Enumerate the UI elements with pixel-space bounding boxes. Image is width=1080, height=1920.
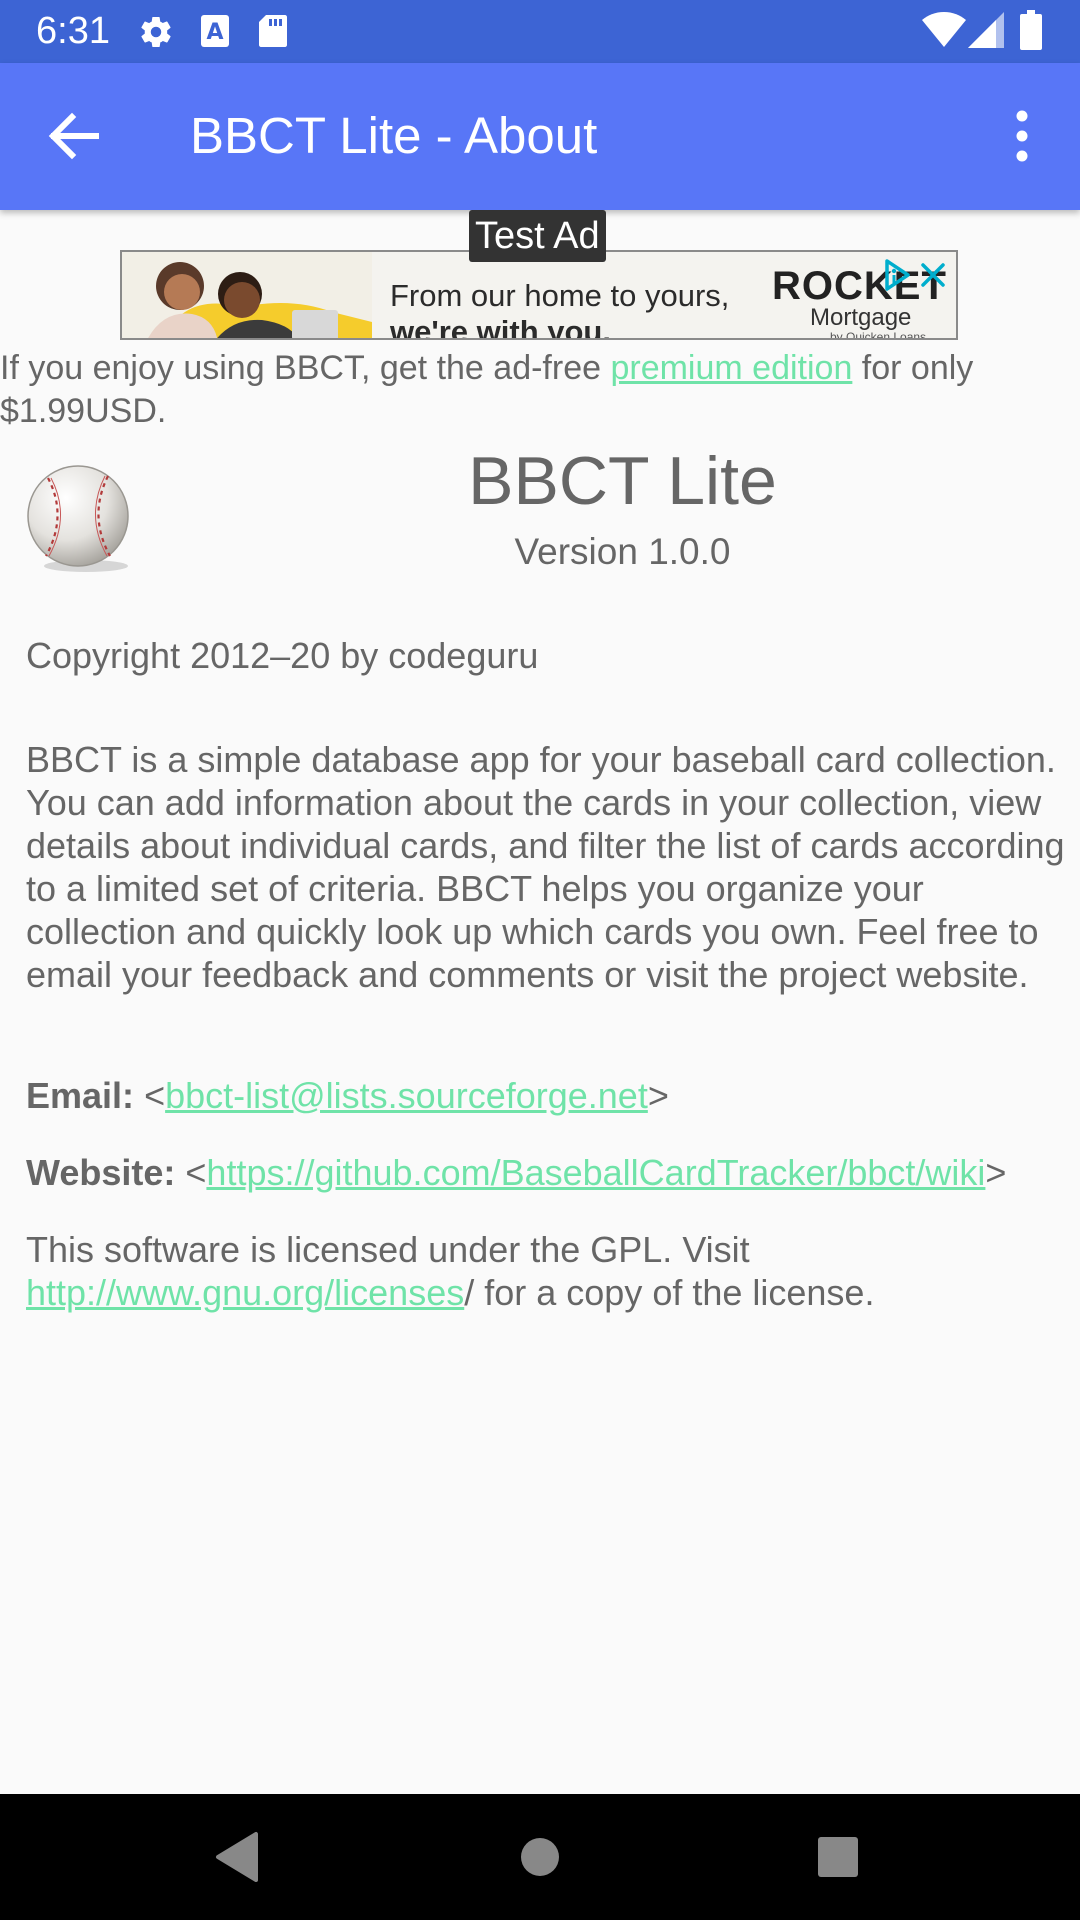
home-circle-icon[interactable]: [507, 1824, 573, 1890]
ad-family-photo: [122, 252, 372, 338]
app-version: Version 1.0.0: [514, 531, 731, 572]
status-time: 6:31: [36, 10, 110, 52]
license-text: This software is licensed under the GPL.…: [26, 1228, 1066, 1314]
wifi-icon: [922, 12, 966, 47]
website-label: Website:: [26, 1152, 176, 1193]
ad-label: Test Ad: [469, 210, 606, 262]
license-text-before: This software is licensed under the GPL.…: [26, 1229, 750, 1270]
status-bar: 6:31 A: [0, 0, 1080, 63]
website-open-bracket: <: [185, 1152, 207, 1193]
recents-square-icon[interactable]: [805, 1824, 871, 1890]
email-label: Email:: [26, 1075, 135, 1116]
sd-card-icon: [259, 15, 287, 47]
website-row: Website: <https://github.com/BaseballCar…: [26, 1149, 1006, 1197]
ad-close-icon[interactable]: [918, 260, 948, 290]
email-open-bracket: <: [144, 1075, 166, 1116]
license-text-after: / for a copy of the license.: [464, 1272, 875, 1313]
ad-brand-sub-2: by Quicken Loans: [830, 330, 927, 340]
ad-banner[interactable]: From our home to yours, we're with you. …: [120, 250, 958, 340]
arrow-back-icon[interactable]: [38, 101, 108, 171]
baseball-logo-icon: [27, 465, 129, 572]
svg-text:A: A: [206, 20, 223, 45]
page-title: BBCT Lite - About: [190, 107, 598, 164]
app-name: BBCT Lite: [468, 443, 777, 519]
app-description: BBCT is a simple database app for your b…: [26, 739, 1065, 995]
signal-icon: [968, 12, 1004, 48]
ad-brand-sub: Mortgage: [810, 304, 912, 331]
gear-icon: [141, 17, 171, 48]
app-bar: BBCT Lite - About: [0, 63, 1080, 210]
navigation-bar: [0, 1794, 1080, 1920]
ad-choices-icon[interactable]: [882, 258, 912, 292]
text-a-icon: A: [201, 15, 229, 47]
more-vert-icon[interactable]: [1000, 101, 1044, 171]
copyright: Copyright 2012–20 by codeguru: [26, 635, 539, 676]
back-triangle-icon[interactable]: [204, 1824, 270, 1890]
website-close-bracket: >: [985, 1152, 1007, 1193]
license-link[interactable]: http://www.gnu.org/licenses: [26, 1272, 464, 1313]
email-close-bracket: >: [647, 1075, 669, 1116]
email-row: Email: <bbct-list@lists.sourceforge.net>: [26, 1072, 669, 1120]
premium-edition-link[interactable]: premium edition: [610, 349, 852, 387]
ad-headline: From our home to yours,: [390, 278, 730, 313]
website-link[interactable]: https://github.com/BaseballCardTracker/b…: [206, 1152, 985, 1193]
battery-icon: [1020, 10, 1042, 50]
ad-headline-2: we're with you.: [390, 314, 611, 340]
premium-message: If you enjoy using BBCT, get the ad-free…: [0, 347, 1070, 433]
premium-text-before: If you enjoy using BBCT, get the ad-free: [0, 349, 611, 387]
email-link[interactable]: bbct-list@lists.sourceforge.net: [165, 1075, 648, 1116]
